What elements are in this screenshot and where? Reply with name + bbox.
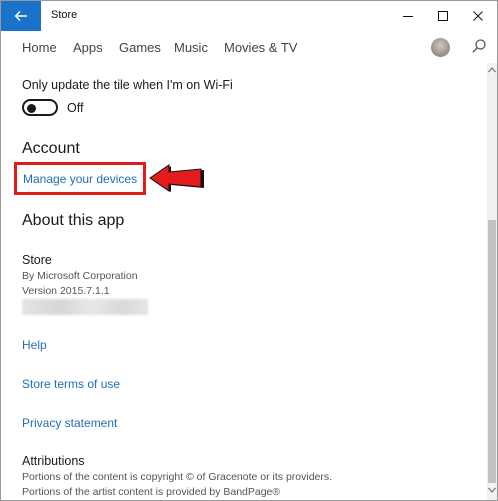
account-heading: Account xyxy=(22,140,80,157)
settings-content: Only update the tile when I'm on Wi-Fi O… xyxy=(1,63,487,500)
privacy-link[interactable]: Privacy statement xyxy=(22,416,117,430)
minimize-button[interactable] xyxy=(389,1,427,31)
redacted-text xyxy=(22,299,148,315)
store-window: Store Home Apps Games Music Movies & TV … xyxy=(0,0,498,501)
attributions-heading: Attributions xyxy=(22,454,85,468)
scrollbar-thumb[interactable] xyxy=(488,220,496,483)
nav-item-music[interactable]: Music xyxy=(174,40,208,55)
publisher-text: By Microsoft Corporation xyxy=(22,270,138,282)
maximize-icon xyxy=(438,11,448,21)
tile-wifi-label: Only update the tile when I'm on Wi-Fi xyxy=(22,78,233,92)
search-icon xyxy=(472,39,486,53)
nav-bar: Home Apps Games Music Movies & TV xyxy=(1,31,497,63)
minimize-icon xyxy=(403,16,413,17)
attribution-line: Portions of the artist content is provid… xyxy=(22,486,281,498)
back-arrow-icon xyxy=(14,11,27,21)
version-text: Version 2015.7.1.1 xyxy=(22,285,110,297)
toggle-state-label: Off xyxy=(67,101,84,115)
search-button[interactable] xyxy=(471,38,489,56)
title-bar: Store xyxy=(1,1,497,31)
pointer-arrow-icon xyxy=(149,164,204,192)
nav-item-movies-tv[interactable]: Movies & TV xyxy=(224,40,297,55)
back-button[interactable] xyxy=(1,1,41,31)
nav-item-home[interactable]: Home xyxy=(22,40,57,55)
terms-link[interactable]: Store terms of use xyxy=(22,377,120,391)
scroll-down-icon[interactable] xyxy=(487,485,497,495)
user-avatar[interactable] xyxy=(431,38,450,57)
close-icon xyxy=(473,11,483,21)
toggle-knob xyxy=(27,103,36,113)
window-title: Store xyxy=(51,9,78,21)
nav-item-games[interactable]: Games xyxy=(119,40,161,55)
tile-wifi-toggle[interactable] xyxy=(22,99,58,116)
manage-devices-link[interactable]: Manage your devices xyxy=(23,172,137,186)
scroll-up-icon[interactable] xyxy=(487,65,497,75)
close-button[interactable] xyxy=(459,1,497,31)
nav-item-apps[interactable]: Apps xyxy=(73,40,103,55)
maximize-button[interactable] xyxy=(424,1,462,31)
about-heading: About this app xyxy=(22,212,125,229)
help-link[interactable]: Help xyxy=(22,338,47,352)
app-name: Store xyxy=(22,253,52,267)
attribution-line: Portions of the content is copyright © o… xyxy=(22,471,333,483)
